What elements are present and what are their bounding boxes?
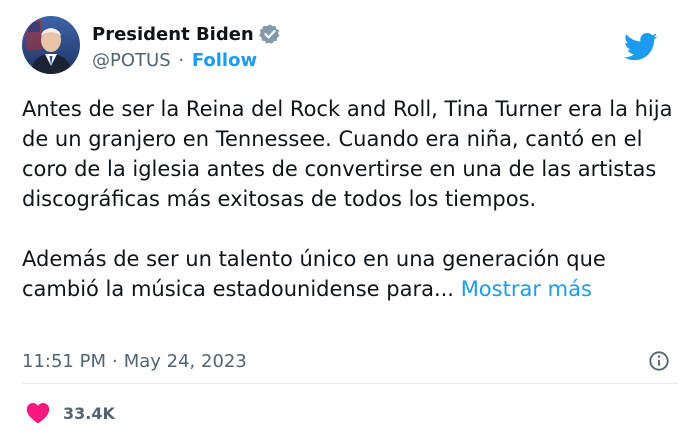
tweet-paragraph: Antes de ser la Reina del Rock and Roll,… — [22, 97, 673, 211]
verified-badge-icon — [258, 23, 281, 45]
divider — [22, 383, 678, 384]
tweet-card: President Biden @POTUS · Follow Antes de… — [0, 0, 700, 441]
tweet-actions: 33.4K — [26, 398, 115, 428]
tweet-header: President Biden @POTUS · Follow — [22, 14, 678, 84]
name-row: President Biden — [92, 22, 492, 46]
tweet-date[interactable]: May 24, 2023 — [124, 351, 247, 372]
display-name[interactable]: President Biden — [92, 24, 254, 45]
like-button[interactable]: 33.4K — [26, 402, 115, 424]
handle[interactable]: @POTUS — [92, 50, 171, 71]
author-block: President Biden @POTUS · Follow — [92, 22, 492, 73]
tweet-time[interactable]: 11:51 PM — [22, 351, 106, 372]
avatar-image — [22, 16, 80, 74]
tweet-paragraph-truncated: Además de ser un talento único en una ge… — [22, 244, 682, 304]
info-icon[interactable] — [648, 350, 670, 372]
tweet-timestamp: 11:51 PM · May 24, 2023 — [22, 346, 678, 376]
show-more-link[interactable]: Mostrar más — [461, 277, 592, 301]
handle-separator: · — [178, 50, 185, 71]
tweet-text: Antes de ser la Reina del Rock and Roll,… — [22, 94, 682, 304]
avatar[interactable] — [22, 16, 80, 74]
timestamp-separator: · — [111, 350, 118, 372]
heart-icon — [26, 402, 50, 424]
handle-row: @POTUS · Follow — [92, 49, 492, 73]
twitter-bird-icon[interactable] — [623, 32, 658, 62]
follow-button[interactable]: Follow — [192, 50, 257, 71]
like-count: 33.4K — [63, 403, 115, 423]
